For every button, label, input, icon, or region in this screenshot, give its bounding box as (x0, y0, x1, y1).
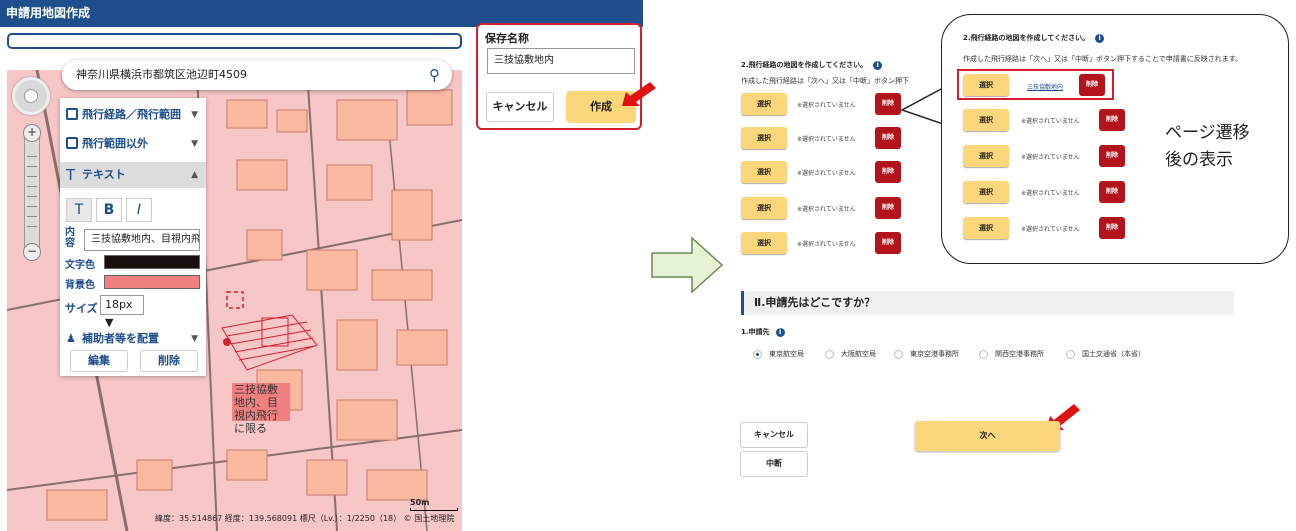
delete-button[interactable]: 削除 (1099, 109, 1125, 131)
tool-outside-range[interactable]: 飛行範囲以外 ▼ (60, 131, 206, 157)
edit-button[interactable]: 編集 (70, 350, 128, 372)
select-button[interactable]: 選択 (963, 109, 1009, 131)
bg-color-picker[interactable] (104, 275, 200, 289)
search-icon[interactable]: ⚲ (429, 60, 440, 90)
radio-option[interactable]: 東京航空局 (753, 349, 804, 359)
radio-option[interactable]: 東京空港事務所 (894, 349, 959, 359)
transition-arrow-icon (651, 236, 724, 294)
next-button[interactable]: 次へ (915, 421, 1060, 451)
radio-icon (825, 349, 834, 359)
cancel-button[interactable]: キャンセル (740, 422, 808, 448)
info-icon[interactable]: i (775, 327, 785, 337)
not-selected-text: ※選択されていません (797, 170, 856, 177)
not-selected-text: ※選択されていません (797, 206, 856, 213)
chevron-down-icon: ▼ (191, 110, 198, 120)
text-tool-icon: T (66, 166, 76, 184)
compass-icon[interactable] (12, 77, 50, 115)
text-color-picker[interactable] (104, 255, 200, 269)
size-select[interactable]: 18px ▼ (100, 295, 144, 329)
callout-desc: 作成した飛行経路は「次へ」又は「中断」ボタン押下することで申請書に反映されます。 (963, 55, 1243, 63)
scale-label: 50m (410, 498, 430, 507)
italic-button[interactable]: I (126, 198, 152, 222)
drawing-tools-panel: 飛行経路／飛行範囲 ▼ 飛行範囲以外 ▼ T テキスト ▲ T B I 内容 三… (60, 98, 206, 376)
select-button[interactable]: 選択 (741, 93, 787, 115)
delete-button[interactable]: 削除 (875, 197, 901, 219)
route-section-desc: 作成した飛行経路は「次へ」又は「中断」ボタン押下 (741, 77, 909, 85)
scale-bar (410, 508, 458, 511)
save-name-input[interactable]: 三技協敷地内 (487, 48, 635, 74)
top-input[interactable] (7, 33, 462, 49)
not-selected-text: ※選択されていません (1021, 226, 1080, 233)
select-button[interactable]: 選択 (963, 217, 1009, 239)
tool-text[interactable]: T テキスト ▲ (60, 162, 206, 188)
address-text: 神奈川県横浜市都筑区池辺町4509 (76, 68, 247, 81)
bg-color-label: 背景色 (65, 280, 95, 291)
not-selected-text: ※選択されていません (797, 136, 856, 143)
delete-button[interactable]: 削除 (1099, 145, 1125, 167)
radio-icon (979, 349, 988, 359)
select-button[interactable]: 選択 (741, 161, 787, 183)
zoom-in-button[interactable]: + (23, 124, 41, 142)
delete-button[interactable]: 削除 (875, 232, 901, 254)
not-selected-text: ※選択されていません (797, 102, 856, 109)
zoom-out-button[interactable]: − (23, 243, 41, 261)
select-button[interactable]: 選択 (741, 197, 787, 219)
person-icon: ♟ (66, 332, 76, 345)
cancel-button[interactable]: キャンセル (486, 92, 554, 122)
pointer-arrow-icon (622, 82, 656, 106)
delete-button[interactable]: 削除 (875, 93, 901, 115)
text-color-label: 文字色 (65, 260, 95, 271)
radio-option[interactable]: 大阪航空局 (825, 349, 876, 359)
radio-icon (1066, 349, 1075, 359)
chevron-down-icon: ▼ (191, 139, 198, 149)
delete-button[interactable]: 削除 (875, 161, 901, 183)
save-panel: 保存名称 三技協敷地内 キャンセル 作成 (476, 23, 642, 130)
delete-button[interactable]: 削除 (140, 350, 198, 372)
route-icon (66, 108, 78, 120)
applicant-label: 1.申請先 i (741, 327, 785, 337)
delete-button[interactable]: 削除 (1099, 217, 1125, 239)
select-button[interactable]: 選択 (963, 181, 1009, 203)
range-icon (66, 137, 78, 149)
content-label: 内容 (65, 227, 75, 249)
not-selected-text: ※選択されていません (1021, 154, 1080, 161)
delete-button[interactable]: 削除 (875, 127, 901, 149)
suspend-button[interactable]: 中断 (740, 451, 808, 477)
not-selected-text: ※選択されていません (797, 241, 856, 248)
info-icon[interactable]: i (873, 60, 883, 70)
callout-heading: 2.飛行経路の地図を作成してください。 i (963, 33, 1105, 43)
map-text-label[interactable]: 三技協敷地内、目視内飛行に限る (232, 383, 290, 435)
not-selected-text: ※選択されていません (1021, 190, 1080, 197)
map-coordinates: 緯度：35.514867 経度：139.568091 標尺（Lv.）：1/225… (155, 514, 455, 523)
content-input[interactable]: 三技協敷地内、目視内飛 (84, 229, 200, 251)
chevron-down-icon: ▼ (191, 334, 198, 344)
radio-option[interactable]: 国土交通省（本省） (1066, 349, 1145, 359)
address-search-bar[interactable]: 神奈川県横浜市都筑区池辺町4509 ⚲ (62, 60, 452, 90)
info-icon[interactable]: i (1095, 33, 1105, 43)
zoom-slider[interactable]: + − (23, 124, 41, 261)
delete-button[interactable]: 削除 (1079, 74, 1105, 96)
selected-route-link[interactable]: 三技協敷地内 (1027, 82, 1063, 91)
bold-button[interactable]: B (96, 198, 122, 222)
select-button[interactable]: 選択 (963, 145, 1009, 167)
radio-option[interactable]: 関西空港事務所 (979, 349, 1044, 359)
tool-assistant[interactable]: ♟ 補助者等を配置 ▼ (60, 326, 206, 352)
radio-selected-icon (753, 349, 762, 359)
radio-icon (894, 349, 903, 359)
select-button[interactable]: 選択 (741, 232, 787, 254)
not-selected-text: ※選択されていません (1021, 118, 1080, 125)
size-label: サイズ (65, 302, 98, 315)
section-title: Ⅱ.申請先はどこですか？ (741, 291, 1234, 315)
route-section-heading: 2.飛行経路の地図を作成してください。 i (741, 60, 883, 70)
delete-button[interactable]: 削除 (1099, 181, 1125, 203)
select-button[interactable]: 選択 (963, 74, 1009, 96)
normal-style-button[interactable]: T (66, 198, 92, 222)
select-button[interactable]: 選択 (741, 127, 787, 149)
transition-note: ページ遷移 後の表示 (1165, 123, 1250, 170)
save-name-label: 保存名称 (485, 32, 529, 45)
chevron-up-icon: ▲ (191, 170, 198, 180)
tool-flight-route[interactable]: 飛行経路／飛行範囲 ▼ (60, 102, 206, 128)
